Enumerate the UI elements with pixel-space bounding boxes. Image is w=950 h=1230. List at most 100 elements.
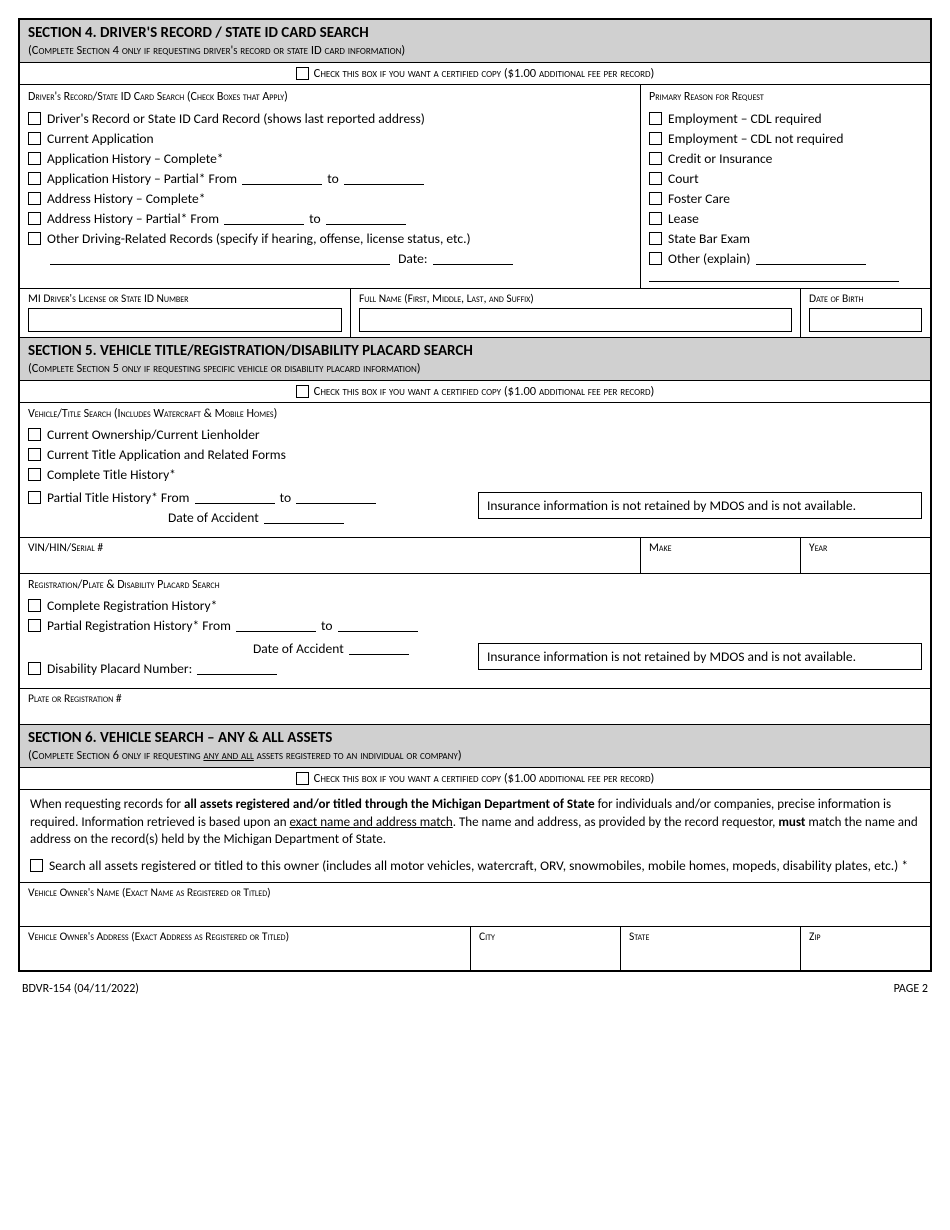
check-current-owner: Current Ownership/Current Lienholder xyxy=(28,426,922,443)
checkbox[interactable] xyxy=(28,132,41,145)
field-zip[interactable]: Zip xyxy=(800,927,930,970)
to-blank[interactable] xyxy=(344,173,424,185)
label: Zip xyxy=(809,930,821,944)
label: Other Driving-Related Records (specify i… xyxy=(47,230,471,247)
checkbox[interactable] xyxy=(28,172,41,185)
checkbox[interactable] xyxy=(649,152,662,165)
specify-blank[interactable] xyxy=(50,253,390,265)
input-box[interactable] xyxy=(28,308,342,332)
placard-blank[interactable] xyxy=(197,663,277,675)
to-blank[interactable] xyxy=(296,492,376,504)
check-other-explain: Other (explain) xyxy=(649,250,922,267)
checkbox[interactable] xyxy=(28,152,41,165)
certified-checkbox[interactable] xyxy=(296,385,309,398)
section-5-upper: Vehicle/Title Search (Includes Watercraf… xyxy=(20,403,930,538)
field-plate-reg[interactable]: Plate or Registration # xyxy=(20,689,930,724)
doa-blank[interactable] xyxy=(264,512,344,524)
p-a: When requesting records for xyxy=(30,797,184,812)
check-app-hist-partial: Application History – Partial* From to xyxy=(28,170,632,187)
checkbox[interactable] xyxy=(28,192,41,205)
page-number: PAGE 2 xyxy=(894,982,928,996)
label: Date of Birth xyxy=(809,292,922,306)
label: Credit or Insurance xyxy=(668,150,772,167)
section-4-body: Driver's Record/State ID Card Search (Ch… xyxy=(20,85,930,289)
checkbox[interactable] xyxy=(28,599,41,612)
check-driver-record: Driver's Record or State ID Card Record … xyxy=(28,110,632,127)
label: Current Application xyxy=(47,130,154,147)
field-make[interactable]: Make xyxy=(640,538,800,573)
section-6-text: When requesting records for all assets r… xyxy=(20,790,930,883)
checkbox[interactable] xyxy=(28,491,41,504)
date-blank[interactable] xyxy=(433,253,513,265)
checkbox[interactable] xyxy=(28,662,41,675)
p-f: must xyxy=(778,815,805,830)
field-state[interactable]: State xyxy=(620,927,800,970)
field-vin[interactable]: VIN/HIN/Serial # xyxy=(20,538,640,573)
label: MI Driver's License or State ID Number xyxy=(28,292,342,306)
partial-title-row: Partial Title History* From to Date of A… xyxy=(28,486,922,529)
section-5-lower: Registration/Plate & Disability Placard … xyxy=(20,574,930,689)
checkbox[interactable] xyxy=(28,112,41,125)
sub-a: (Complete Section 4 xyxy=(28,43,119,58)
field-owner-address[interactable]: Vehicle Owner's Address (Exact Address a… xyxy=(20,927,470,970)
section-5-fields-2: Plate or Registration # xyxy=(20,689,930,725)
from-blank[interactable] xyxy=(224,213,304,225)
field-city[interactable]: City xyxy=(470,927,620,970)
doa-row-2: Date of Accident xyxy=(28,640,468,657)
p-b: all assets registered and/or titled thro… xyxy=(184,797,595,812)
check-credit-insurance: Credit or Insurance xyxy=(649,150,922,167)
field-full-name: Full Name (First, Middle, Last, and Suff… xyxy=(350,289,800,338)
checkbox[interactable] xyxy=(30,859,43,872)
explain-line2[interactable] xyxy=(649,281,899,282)
label: Application History – Complete* xyxy=(47,150,224,167)
check-current-title-app: Current Title Application and Related Fo… xyxy=(28,446,922,463)
checkbox[interactable] xyxy=(649,232,662,245)
label: Plate or Registration # xyxy=(28,692,122,706)
checkbox[interactable] xyxy=(28,619,41,632)
label: Complete Registration History* xyxy=(47,597,217,614)
from-blank[interactable] xyxy=(195,492,275,504)
input-box[interactable] xyxy=(359,308,792,332)
checkbox[interactable] xyxy=(649,212,662,225)
check-complete-title-hist: Complete Title History* xyxy=(28,466,922,483)
label: Current Title Application and Related Fo… xyxy=(47,446,286,463)
checkbox[interactable] xyxy=(649,132,662,145)
section-5-fields-1: VIN/HIN/Serial # Make Year xyxy=(20,538,930,574)
doa-blank[interactable] xyxy=(349,643,409,655)
check-emp-cdl-notreq: Employment – CDL not required xyxy=(649,130,922,147)
page-footer: BDVR-154 (04/11/2022) PAGE 2 xyxy=(18,972,932,996)
checkbox[interactable] xyxy=(649,252,662,265)
checkbox[interactable] xyxy=(28,468,41,481)
explain-blank[interactable] xyxy=(756,253,866,265)
label: Search all assets registered or titled t… xyxy=(49,857,908,875)
check-current-app: Current Application xyxy=(28,130,632,147)
field-year[interactable]: Year xyxy=(800,538,930,573)
check-addr-hist-complete: Address History – Complete* xyxy=(28,190,632,207)
checkbox[interactable] xyxy=(649,192,662,205)
check-emp-cdl-req: Employment – CDL required xyxy=(649,110,922,127)
to-blank[interactable] xyxy=(338,620,418,632)
from-blank[interactable] xyxy=(242,173,322,185)
label: Lease xyxy=(668,210,699,227)
input-box[interactable] xyxy=(809,308,922,332)
check-addr-hist-partial: Address History – Partial* From to xyxy=(28,210,632,227)
checkbox[interactable] xyxy=(649,172,662,185)
certified-label: Check this box if you want a certified c… xyxy=(314,771,655,786)
label: Vehicle Owner's Name (Exact Name as Regi… xyxy=(28,886,271,900)
to-blank[interactable] xyxy=(326,213,406,225)
from-blank[interactable] xyxy=(236,620,316,632)
certified-checkbox[interactable] xyxy=(296,67,309,80)
p-e: . The name and address, as provided by t… xyxy=(453,815,779,830)
label: Address History – Complete* xyxy=(47,190,205,207)
checkbox[interactable] xyxy=(28,428,41,441)
check-app-hist-complete: Application History – Complete* xyxy=(28,150,632,167)
certified-checkbox[interactable] xyxy=(296,772,309,785)
label: VIN/HIN/Serial # xyxy=(28,541,103,555)
checkbox[interactable] xyxy=(28,448,41,461)
checkbox[interactable] xyxy=(649,112,662,125)
checkbox[interactable] xyxy=(28,232,41,245)
label: Vehicle Owner's Address (Exact Address a… xyxy=(28,930,289,944)
field-owner-name[interactable]: Vehicle Owner's Name (Exact Name as Regi… xyxy=(20,883,930,926)
label-to: to xyxy=(321,617,333,634)
checkbox[interactable] xyxy=(28,212,41,225)
